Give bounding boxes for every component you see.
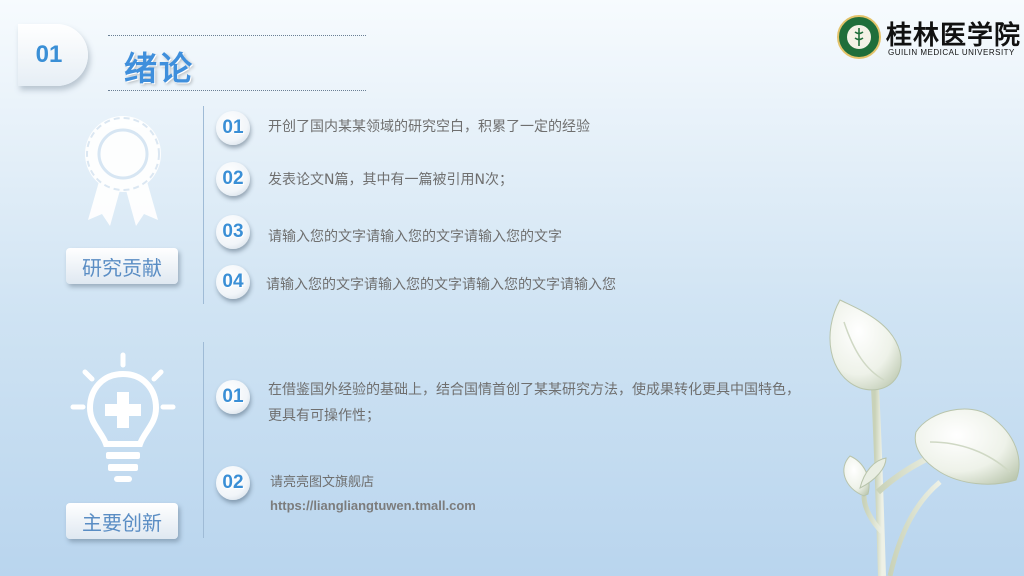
bullet-contribution-04: 04 xyxy=(216,265,250,299)
bullet-innovation-02: 02 xyxy=(216,466,250,500)
bullet-contribution-01: 01 xyxy=(216,111,250,145)
innovation-item-02-line1: 请亮亮图文旗舰店 xyxy=(270,475,375,490)
lightbulb-plus-icon xyxy=(70,352,176,482)
bullet-contribution-03: 03 xyxy=(216,215,250,249)
university-seal-icon xyxy=(837,15,881,59)
title-top-divider xyxy=(108,35,366,36)
section2-divider xyxy=(203,342,204,538)
label-research-contribution-text: 研究贡献 xyxy=(82,255,162,280)
section-number-badge: 01 xyxy=(18,24,88,86)
title-bottom-divider xyxy=(108,90,366,91)
logo-name-en: GUILIN MEDICAL UNIVERSITY xyxy=(888,48,1015,57)
contribution-item-03: 请输入您的文字请输入您的文字请输入您的文字 xyxy=(268,229,562,245)
shop-url-link[interactable]: https://liangliangtuwen.tmall.com xyxy=(270,498,476,513)
logo-name-cn: 桂林医学院 xyxy=(886,21,1022,51)
section-number: 01 xyxy=(35,41,63,68)
contribution-item-01: 开创了国内某某领域的研究空白，积累了一定的经验 xyxy=(268,119,590,135)
award-ribbon-icon xyxy=(85,116,161,226)
bullet-contribution-02: 02 xyxy=(216,162,250,196)
label-main-innovation-text: 主要创新 xyxy=(82,510,162,535)
contribution-item-02: 发表论文N篇，其中有一篇被引用N次； xyxy=(268,172,513,188)
decorative-flower-illustration xyxy=(829,299,1020,576)
label-research-contribution: 研究贡献 xyxy=(66,248,178,284)
label-main-innovation: 主要创新 xyxy=(66,503,178,539)
innovation-item-01-line1: 在借鉴国外经验的基础上，结合国情首创了某某研究方法，使成果转化更具中国特色， xyxy=(268,382,800,398)
page-title: 绪论 xyxy=(124,49,194,88)
contribution-item-04: 请输入您的文字请输入您的文字请输入您的文字请输入您 xyxy=(266,277,616,293)
bullet-innovation-01: 01 xyxy=(216,380,250,414)
section1-divider xyxy=(203,106,204,304)
innovation-item-01-line2: 更具有可操作性； xyxy=(268,408,380,424)
